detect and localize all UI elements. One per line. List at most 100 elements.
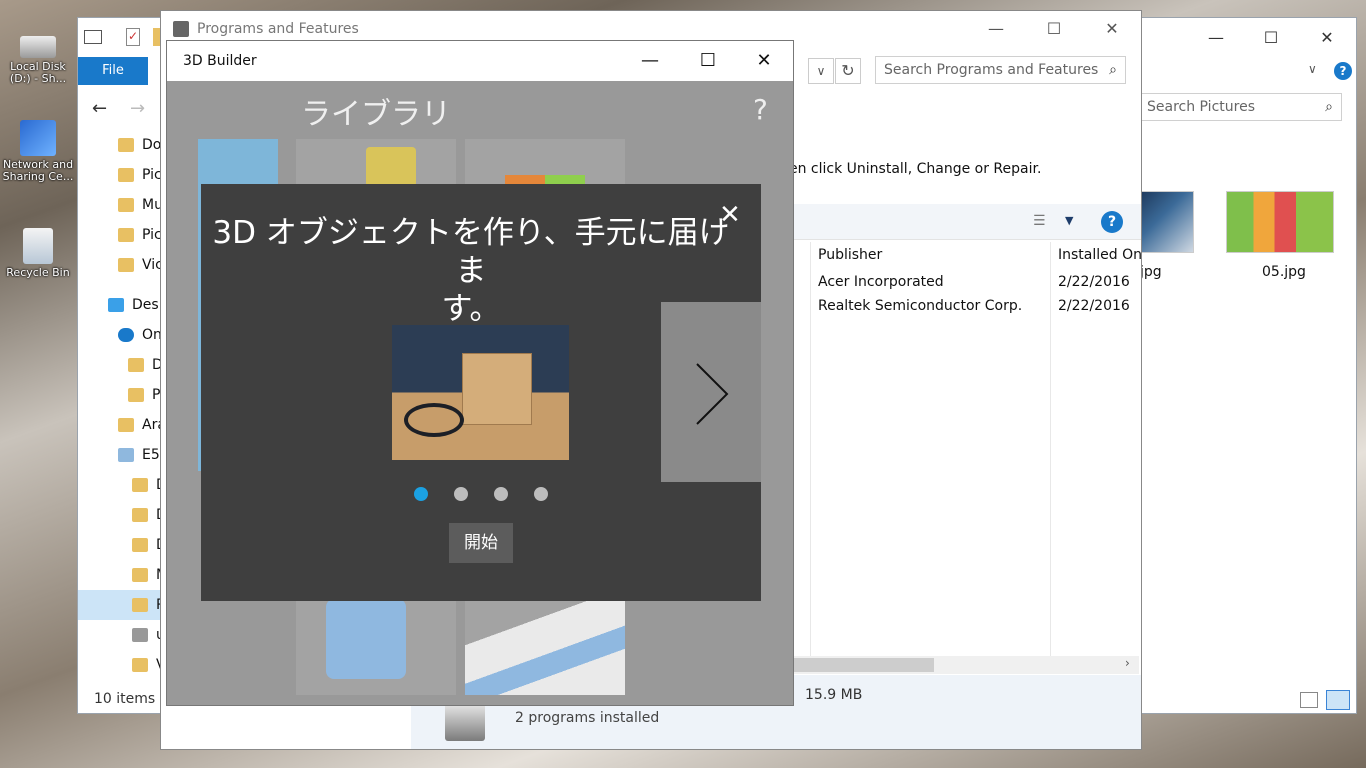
nav-item[interactable]: Desk <box>108 290 167 320</box>
drone-shape <box>404 403 464 437</box>
nav-item[interactable]: Vic <box>118 250 163 280</box>
welcome-dialog: ✕ 3D オブジェクトを作り、手元に届けま す。 開始 <box>201 184 761 601</box>
carousel-dot[interactable] <box>534 487 548 501</box>
folder-icon <box>118 168 134 182</box>
programs-icon <box>173 21 189 37</box>
nav-item[interactable]: Mu <box>118 190 163 220</box>
window-title: Programs and Features <box>197 21 359 37</box>
computer-icon <box>118 448 134 462</box>
maximize-icon[interactable]: ☐ <box>1031 19 1077 38</box>
help-icon[interactable]: ? <box>1101 211 1123 233</box>
chevron-right-icon <box>696 363 729 425</box>
nav-item[interactable]: Pic <box>118 160 162 190</box>
nav-item[interactable]: Do <box>118 130 161 160</box>
list-toolbar <box>791 204 1141 240</box>
video-icon <box>118 258 134 272</box>
video-icon <box>132 658 148 672</box>
search-programs-input[interactable]: Search Programs and Features ⌕ <box>875 56 1126 84</box>
file-name: 05.jpg <box>1262 264 1306 280</box>
column-header-publisher[interactable]: Publisher <box>818 247 882 263</box>
folder-icon <box>128 358 144 372</box>
feature-image <box>392 325 569 460</box>
recycle-bin-icon <box>23 228 53 264</box>
folder-icon <box>128 388 144 402</box>
programs-count: 2 programs installed <box>515 710 660 726</box>
close-icon[interactable]: ✕ <box>1304 28 1350 47</box>
nav-item[interactable]: P <box>128 380 160 410</box>
status-item-count: 10 items <box>94 691 156 707</box>
close-icon[interactable]: ✕ <box>1089 19 1135 38</box>
search-pictures-input[interactable]: Search Pictures ⌕ <box>1138 93 1342 121</box>
drive-icon <box>20 36 56 58</box>
chevron-down-icon[interactable]: ∨ <box>1308 62 1317 76</box>
track-model-icon <box>465 599 625 695</box>
maximize-icon[interactable]: ☐ <box>1248 28 1294 47</box>
desktop-icon-recycle-bin[interactable]: Recycle Bin <box>2 228 74 279</box>
nav-item[interactable]: Pic <box>118 220 162 250</box>
folder-icon <box>118 138 134 152</box>
forward-icon[interactable]: → <box>130 98 145 119</box>
carousel-dot[interactable] <box>494 487 508 501</box>
dialog-heading: 3D オブジェクトを作り、手元に届けま す。 <box>201 214 741 328</box>
minimize-icon[interactable]: — <box>627 47 673 75</box>
nav-item[interactable]: On <box>118 320 162 350</box>
nav-item[interactable]: Ara <box>118 410 166 440</box>
dropdown-chevron-icon[interactable]: ∨ <box>808 58 834 84</box>
next-slide-button[interactable] <box>661 302 761 482</box>
view-dropdown-icon[interactable]: ▼ <box>1065 214 1073 227</box>
nav-item-label: Pic <box>142 167 162 183</box>
folder-icon <box>132 478 148 492</box>
row-publisher[interactable]: Acer Incorporated <box>818 274 944 290</box>
column-divider <box>1050 242 1051 657</box>
pictures-icon <box>132 598 148 612</box>
row-installed-on: 2/22/2016 <box>1058 298 1130 314</box>
nav-item[interactable]: D <box>128 350 163 380</box>
minimize-icon[interactable]: — <box>1193 28 1239 47</box>
thumbnail[interactable] <box>1226 191 1334 253</box>
nav-item[interactable]: E5- <box>118 440 165 470</box>
large-icons-view-icon[interactable] <box>1326 690 1350 710</box>
scrollbar-thumb[interactable] <box>794 658 934 672</box>
help-icon[interactable]: ? <box>1334 62 1352 80</box>
search-placeholder: Search Pictures <box>1147 99 1255 115</box>
search-placeholder: Search Programs and Features <box>884 62 1099 78</box>
desktop-icon-local-disk[interactable]: Local Disk (D:) - Sh... <box>2 30 74 85</box>
window-title: 3D Builder <box>183 53 257 69</box>
details-view-icon[interactable] <box>1300 692 1318 708</box>
thumbnail[interactable] <box>1140 191 1194 253</box>
dialog-heading-line: 3D オブジェクトを作り、手元に届けま <box>212 215 730 289</box>
carousel-dot-active[interactable] <box>414 487 428 501</box>
scroll-right-icon[interactable]: › <box>1125 656 1130 670</box>
start-button[interactable]: 開始 <box>449 523 513 563</box>
file-tab[interactable]: File <box>78 57 148 85</box>
program-size: 15.9 MB <box>805 687 863 703</box>
back-icon[interactable]: ← <box>92 98 107 119</box>
carousel-dot[interactable] <box>454 487 468 501</box>
column-divider <box>810 242 811 657</box>
view-options-icon[interactable]: ☰ <box>1033 213 1046 229</box>
desktop-icon-label: Recycle Bin <box>6 266 70 279</box>
bulldozer-model-icon <box>366 147 416 187</box>
folder-icon <box>132 508 148 522</box>
dialog-heading-line: す。 <box>441 291 501 327</box>
search-icon: ⌕ <box>1325 99 1333 115</box>
onedrive-icon <box>118 328 134 342</box>
desktop-icon-network[interactable]: Network and Sharing Ce... <box>2 120 74 183</box>
pictures-icon <box>118 228 134 242</box>
row-publisher[interactable]: Realtek Semiconductor Corp. <box>818 298 1022 314</box>
user-icon <box>118 418 134 432</box>
close-icon[interactable]: ✕ <box>741 47 787 75</box>
column-header-installed-on[interactable]: Installed On <box>1058 247 1142 263</box>
maximize-icon[interactable]: ☐ <box>685 47 731 75</box>
help-button[interactable]: ? <box>753 93 768 126</box>
row-installed-on: 2/22/2016 <box>1058 274 1130 290</box>
nav-item-label: Do <box>142 137 162 153</box>
nav-item-label: On <box>142 327 162 343</box>
box-shape <box>462 353 532 425</box>
nav-item-pictures-selected[interactable]: P <box>78 590 168 620</box>
desktop-icon-label: Network and Sharing Ce... <box>2 158 74 183</box>
refresh-icon[interactable]: ↻ <box>835 58 861 84</box>
properties-icon[interactable]: ✓ <box>126 28 140 46</box>
window-icon <box>84 30 102 44</box>
minimize-icon[interactable]: — <box>973 19 1019 38</box>
